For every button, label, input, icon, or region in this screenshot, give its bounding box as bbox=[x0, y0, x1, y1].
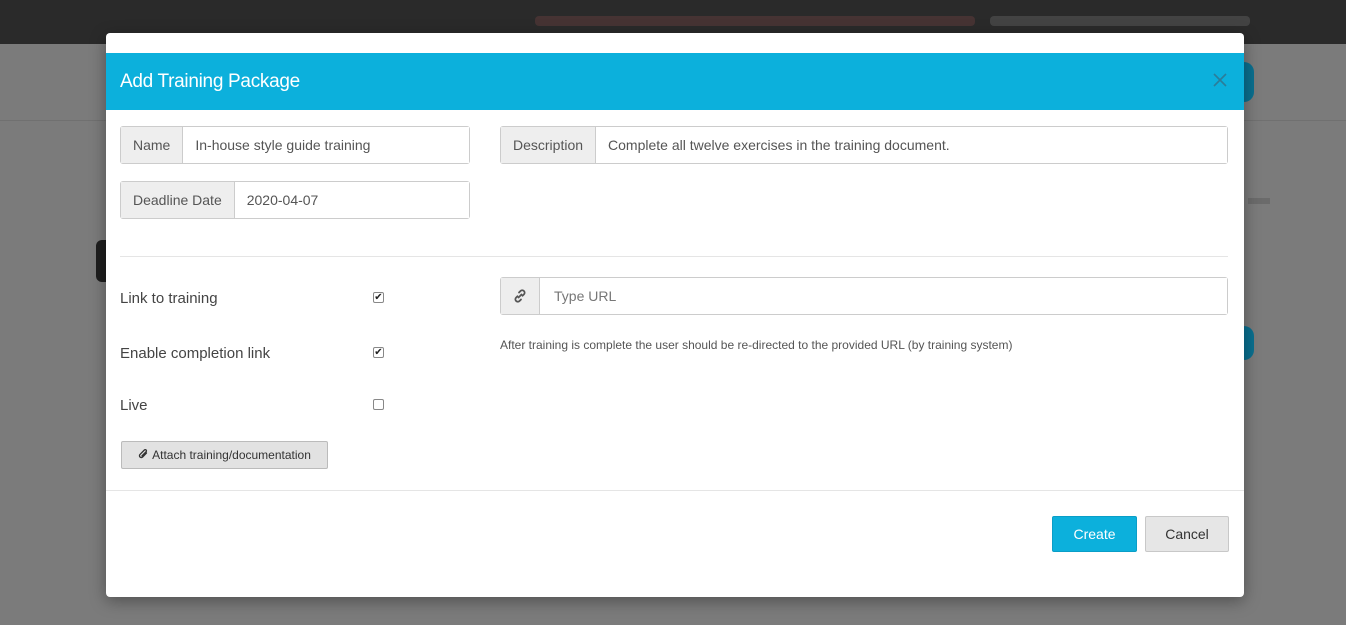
url-helper-text: After training is complete the user shou… bbox=[500, 338, 1013, 352]
name-input[interactable]: In-house style guide training bbox=[183, 127, 469, 163]
name-label: Name bbox=[121, 127, 184, 163]
checkmark-icon: ✔ bbox=[374, 347, 383, 358]
description-value: Complete all twelve exercises in the tra… bbox=[608, 137, 950, 153]
live-checkbox[interactable] bbox=[373, 399, 384, 410]
paperclip-icon bbox=[138, 448, 149, 463]
description-label: Description bbox=[501, 127, 597, 163]
enable-completion-checkbox[interactable]: ✔ bbox=[373, 347, 384, 358]
url-input[interactable] bbox=[552, 287, 1215, 305]
description-input[interactable]: Complete all twelve exercises in the tra… bbox=[596, 127, 1227, 163]
background-panel bbox=[96, 240, 106, 282]
checkmark-icon: ✔ bbox=[374, 292, 383, 303]
url-field bbox=[540, 278, 1227, 314]
name-value: In-house style guide training bbox=[195, 137, 371, 153]
add-training-modal: Add Training Package Name In-house style… bbox=[106, 33, 1244, 597]
close-icon[interactable] bbox=[1210, 70, 1230, 90]
background-button bbox=[1244, 62, 1254, 102]
link-icon bbox=[501, 278, 540, 314]
description-field-group: Description Complete all twelve exercise… bbox=[500, 126, 1228, 164]
deadline-input[interactable]: 2020-04-07 bbox=[234, 182, 469, 218]
attach-training-label: Attach training/documentation bbox=[152, 448, 311, 462]
section-divider bbox=[120, 256, 1228, 257]
deadline-value: 2020-04-07 bbox=[246, 192, 319, 208]
footer-divider bbox=[106, 490, 1244, 491]
background-notice bbox=[535, 16, 975, 26]
create-button[interactable]: Create bbox=[1052, 516, 1137, 552]
modal-title: Add Training Package bbox=[120, 71, 300, 92]
background-button bbox=[1244, 326, 1254, 360]
url-field-group bbox=[500, 277, 1228, 315]
name-field-group: Name In-house style guide training bbox=[120, 126, 470, 164]
live-label: Live bbox=[120, 397, 148, 414]
deadline-label: Deadline Date bbox=[121, 182, 235, 218]
deadline-field-group: Deadline Date 2020-04-07 bbox=[120, 181, 470, 219]
link-to-training-checkbox[interactable]: ✔ bbox=[373, 292, 384, 303]
cancel-button[interactable]: Cancel bbox=[1145, 516, 1229, 552]
modal-header: Add Training Package bbox=[106, 53, 1244, 110]
link-to-training-label: Link to training bbox=[120, 290, 218, 307]
background-text bbox=[1248, 198, 1270, 204]
enable-completion-label: Enable completion link bbox=[120, 345, 271, 362]
attach-training-button[interactable]: Attach training/documentation bbox=[121, 441, 328, 469]
background-user-info bbox=[990, 16, 1250, 26]
